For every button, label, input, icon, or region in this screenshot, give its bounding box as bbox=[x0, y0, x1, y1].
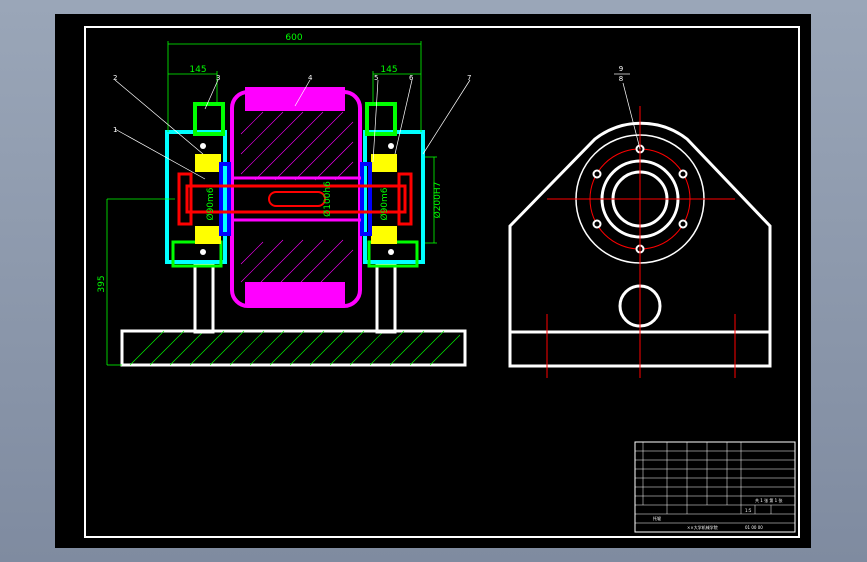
balloon-2: 2 bbox=[113, 74, 117, 82]
assembly-drawing: 600 145 145 395 Ø90m6 Ø100h6 Ø90m6 Ø200H… bbox=[84, 26, 800, 538]
right-bearing-upper bbox=[371, 154, 397, 172]
balloon-6: 6 bbox=[409, 74, 414, 82]
base-hatch bbox=[129, 330, 461, 366]
shaft-keyway bbox=[268, 191, 326, 207]
dim-height: 395 bbox=[97, 275, 107, 292]
left-pedestal bbox=[193, 262, 215, 334]
callout-bottom: 8 bbox=[619, 75, 623, 83]
front-section-view: 600 145 145 395 Ø90m6 Ø100h6 Ø90m6 Ø200H… bbox=[97, 33, 471, 367]
callout-top: 9 bbox=[619, 65, 623, 73]
dim-left-offset: 145 bbox=[189, 65, 206, 75]
roller-hatch bbox=[240, 111, 354, 283]
left-end-cap bbox=[177, 172, 193, 226]
right-bearing-lower bbox=[371, 226, 397, 244]
drawing-frame bbox=[84, 26, 800, 538]
cad-viewport: 600 145 145 395 Ø90m6 Ø100h6 Ø90m6 Ø200H… bbox=[0, 0, 867, 562]
scale: 1:5 bbox=[745, 508, 752, 513]
left-top-cover bbox=[193, 102, 225, 136]
balloon-5: 5 bbox=[374, 74, 378, 82]
left-bearing-upper bbox=[195, 154, 221, 172]
right-top-cover bbox=[365, 102, 397, 136]
bore-right-bearing: Ø90m6 bbox=[379, 187, 390, 220]
roller-tread-bottom bbox=[245, 282, 345, 306]
drawing-number: 01 00 00 bbox=[745, 525, 763, 530]
balloon-4: 4 bbox=[308, 74, 313, 82]
bore-left-bearing: Ø90m6 bbox=[205, 187, 216, 220]
balloon-7: 7 bbox=[467, 74, 471, 82]
drawing-sheet: 600 145 145 395 Ø90m6 Ø100h6 Ø90m6 Ø200H… bbox=[55, 14, 811, 548]
dim-right-offset: 145 bbox=[380, 65, 397, 75]
title-block-grid bbox=[635, 442, 795, 524]
company-line: ××大学机械学院 bbox=[687, 524, 718, 530]
balloon-3: 3 bbox=[216, 74, 220, 82]
side-leader bbox=[622, 82, 641, 150]
left-bearing-lower bbox=[195, 226, 221, 244]
sheet-info: 共 1 张 第 1 张 bbox=[755, 497, 782, 503]
dim-overall-width: 600 bbox=[285, 33, 302, 43]
bore-shaft: Ø100h6 bbox=[322, 181, 333, 217]
balloon-1: 1 bbox=[113, 126, 117, 134]
bore-housing: Ø200H7 bbox=[432, 182, 443, 219]
right-pedestal bbox=[375, 262, 397, 334]
title-block: 托辊 1:5 01 00 00 ××大学机械学院 共 1 张 第 1 张 bbox=[634, 441, 796, 533]
part-label: 托辊 bbox=[653, 515, 661, 521]
roller-tread-top bbox=[245, 87, 345, 111]
base-plate bbox=[120, 329, 467, 367]
side-view: 9 8 bbox=[508, 65, 772, 378]
